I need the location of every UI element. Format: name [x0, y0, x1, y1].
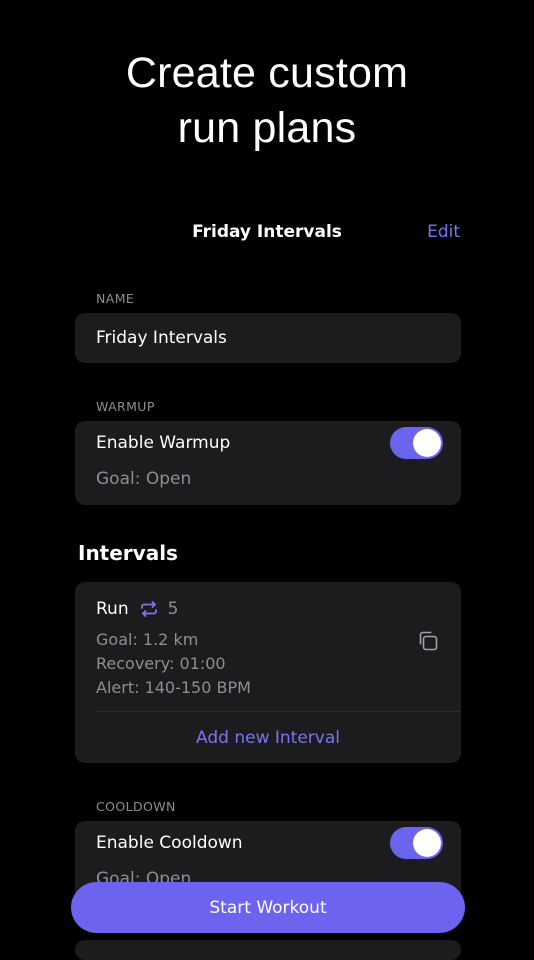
repeat-icon: [140, 601, 157, 617]
interval-alert: Alert: 140-150 BPM: [96, 678, 251, 697]
navigation-bar: Friday Intervals Edit: [0, 218, 534, 250]
page-headline: Create custom run plans: [0, 46, 534, 156]
name-field-value: Friday Intervals: [96, 328, 227, 348]
headline-line-2: run plans: [177, 104, 357, 152]
copy-icon[interactable]: [417, 630, 439, 652]
warmup-goal[interactable]: Goal: Open: [96, 469, 191, 489]
interval-title-row: Run 5: [96, 599, 178, 619]
cooldown-section-label: COOLDOWN: [96, 799, 176, 814]
start-workout-button[interactable]: Start Workout: [71, 882, 465, 933]
name-section-label: NAME: [96, 291, 135, 306]
warmup-section-label: WARMUP: [96, 399, 155, 414]
cooldown-toggle[interactable]: [390, 827, 443, 859]
interval-recovery: Recovery: 01:00: [96, 654, 226, 673]
interval-divider: [96, 711, 461, 712]
warmup-toggle-label: Enable Warmup: [96, 433, 231, 453]
toggle-knob: [413, 829, 441, 857]
next-card-peek: [75, 940, 461, 960]
interval-repeat-count: 5: [167, 599, 179, 619]
cooldown-toggle-label: Enable Cooldown: [96, 833, 243, 853]
headline-line-1: Create custom: [125, 49, 409, 97]
warmup-toggle[interactable]: [390, 427, 443, 459]
add-interval-button[interactable]: Add new Interval: [75, 728, 461, 748]
warmup-card: Enable Warmup Goal: Open: [75, 421, 461, 505]
intervals-card: Run 5 Goal: 1.2 km Recovery: 01:00 Alert…: [75, 582, 461, 763]
intervals-heading: Intervals: [78, 541, 178, 565]
interval-type: Run: [96, 599, 129, 619]
interval-goal: Goal: 1.2 km: [96, 630, 199, 649]
toggle-knob: [413, 429, 441, 457]
edit-button[interactable]: Edit: [427, 222, 460, 242]
name-field[interactable]: Friday Intervals: [75, 313, 461, 363]
